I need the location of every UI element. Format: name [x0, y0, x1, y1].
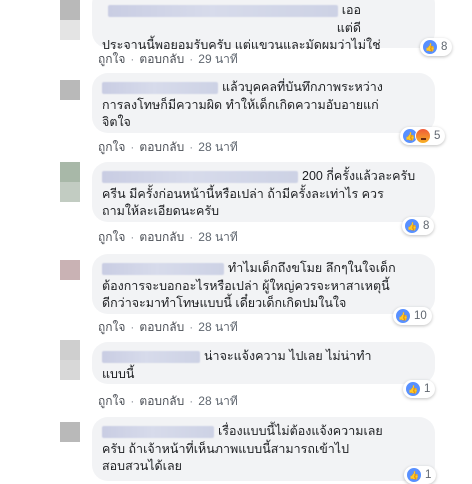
avatar-shadow — [60, 20, 80, 40]
comment-line-1: เออแต่ดี — [102, 2, 425, 37]
avatar[interactable] — [60, 260, 80, 280]
commenter-name[interactable] — [102, 81, 218, 94]
reaction-summary[interactable]: 👍 1 — [403, 380, 436, 398]
comment-line-1: เรื่องแบบนี้ไม่ต้องแจ้งความเลย — [102, 423, 425, 441]
reaction-count: 8 — [441, 41, 448, 53]
comment-time[interactable]: 28 นาที — [198, 394, 238, 408]
reaction-summary[interactable]: 👍 1 — [404, 466, 437, 484]
reply-link[interactable]: ตอบกลับ — [139, 230, 184, 244]
comment-line-1: แล้วบุคคลที่บันทึกภาพระหว่าง — [102, 79, 425, 97]
comment-line-2: ต้องการจะบอกอะไรหรือเปล่า ผู้ใหญ่ควรจะหา… — [102, 278, 390, 293]
reaction-summary[interactable]: 👍 5 — [400, 127, 446, 145]
avatar[interactable] — [60, 340, 80, 360]
comment-line-2: การลงโทษก็มีความผิด ทำให้เด็กเกิดความอับ… — [102, 97, 379, 112]
reply-link[interactable]: ตอบกลับ — [139, 140, 184, 154]
comment-time[interactable]: 28 นาที — [198, 230, 238, 244]
comment-bubble: แล้วบุคคลที่บันทึกภาพระหว่าง การลงโทษก็ม… — [92, 73, 435, 133]
avatar[interactable] — [60, 162, 80, 182]
comment-line-3: ดีกว่าจะมาทำโทษแบบนี้ เดี๋ยวเด็กเกิดปมใน… — [102, 296, 347, 310]
comment-actions: ถูกใจ · ตอบกลับ · 29 นาที — [98, 52, 238, 66]
like-link[interactable]: ถูกใจ — [98, 320, 125, 334]
comment-line-2: ครีน มีครั้งก่อนหน้านี้หรือเปล่า ถ้ามีคร… — [102, 186, 384, 201]
like-icon: 👍 — [404, 218, 420, 234]
like-icon: 👍 — [405, 381, 421, 397]
comment-line-2: แบบนี้ — [102, 366, 135, 381]
like-link[interactable]: ถูกใจ — [98, 52, 125, 66]
commenter-name[interactable] — [102, 425, 214, 438]
comment-text: แล้วบุคคลที่บันทึกภาพระหว่าง — [222, 80, 383, 94]
comment-line-1: ทำไมเด็กถึงขโมย ลึกๆในใจเด็ก — [102, 260, 425, 278]
reaction-count: 1 — [424, 383, 431, 395]
comment-time[interactable]: 28 นาที — [198, 140, 238, 154]
avatar[interactable] — [60, 422, 80, 442]
avatar-lower — [60, 360, 80, 380]
comment-line-3: จิตใจ — [102, 115, 131, 129]
avatar-lower — [60, 182, 80, 202]
like-link[interactable]: ถูกใจ — [98, 230, 125, 244]
comment-text: เออแต่ดี — [336, 3, 361, 35]
comment-text: เรื่องแบบนี้ไม่ต้องแจ้งความเลย — [218, 424, 383, 438]
comment-text: 200 กี่ครั้งแล้วละครับ — [302, 169, 416, 183]
commenter-name[interactable] — [102, 262, 224, 275]
comment-bubble: เออแต่ดี ประจานนี้พอยอมรับครับ แต่แขวนแล… — [92, 0, 435, 52]
commenter-name[interactable] — [107, 4, 338, 17]
comment-bubble: ทำไมเด็กถึงขโมย ลึกๆในใจเด็ก ต้องการจะบอ… — [92, 254, 435, 314]
avatar[interactable] — [60, 80, 80, 100]
like-icon: 👍 — [395, 308, 411, 324]
comment-actions: ถูกใจ · ตอบกลับ · 28 นาที — [98, 230, 238, 244]
comment-line-3: สอบสวนได้เลย — [102, 459, 182, 473]
reaction-summary[interactable]: 👍 10 — [393, 307, 432, 325]
reaction-count: 5 — [434, 130, 441, 142]
angry-icon — [415, 128, 431, 144]
comment-bubble: 200 กี่ครั้งแล้วละครับ ครีน มีครั้งก่อนห… — [92, 162, 435, 222]
comment-line-2: ครับ ถ้าเจ้าหน้าที่เห็นภาพแบบนี้สามารถเข… — [102, 441, 350, 456]
comment-line-3: ถามให้ละเอียดนะครับ — [102, 204, 220, 218]
reaction-count: 1 — [425, 469, 432, 481]
comment-actions: ถูกใจ · ตอบกลับ · 28 นาที — [98, 394, 238, 408]
comment-actions: ถูกใจ · ตอบกลับ · 28 นาที — [98, 320, 238, 334]
comment-bubble: น่าจะแจ้งความ ไปเลย ไม่น่าทำ แบบนี้ — [92, 342, 435, 384]
comment-actions: ถูกใจ · ตอบกลับ · 28 นาที — [98, 140, 238, 154]
comment-line-1: น่าจะแจ้งความ ไปเลย ไม่น่าทำ — [102, 348, 425, 366]
comment-text: น่าจะแจ้งความ ไปเลย ไม่น่าทำ — [204, 349, 372, 363]
reaction-count: 8 — [423, 220, 430, 232]
commenter-name[interactable] — [102, 170, 298, 183]
commenter-name[interactable] — [102, 350, 200, 363]
avatar[interactable] — [60, 0, 80, 20]
comment-text: ทำไมเด็กถึงขโมย ลึกๆในใจเด็ก — [228, 261, 396, 275]
reply-link[interactable]: ตอบกลับ — [139, 320, 184, 334]
like-link[interactable]: ถูกใจ — [98, 140, 125, 154]
like-icon: 👍 — [422, 39, 438, 55]
comment-bubble: เรื่องแบบนี้ไม่ต้องแจ้งความเลย ครับ ถ้าเ… — [92, 417, 435, 481]
reaction-summary[interactable]: 👍 8 — [420, 38, 453, 56]
reaction-summary[interactable]: 👍 8 — [402, 217, 435, 235]
like-link[interactable]: ถูกใจ — [98, 394, 125, 408]
reaction-count: 10 — [414, 310, 427, 322]
comment-time[interactable]: 28 นาที — [198, 320, 238, 334]
reply-link[interactable]: ตอบกลับ — [139, 394, 184, 408]
comment-line-1: 200 กี่ครั้งแล้วละครับ — [102, 168, 425, 186]
comment-time[interactable]: 29 นาที — [198, 52, 238, 66]
reply-link[interactable]: ตอบกลับ — [139, 52, 184, 66]
